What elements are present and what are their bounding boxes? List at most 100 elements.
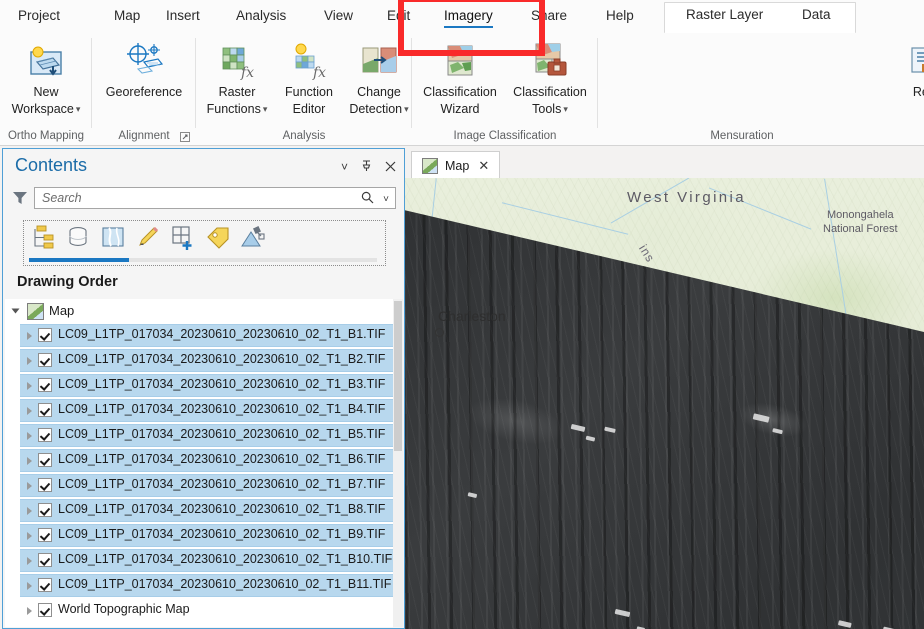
expand-triangle-icon[interactable]: [27, 407, 32, 415]
georeference-label: Georeference: [105, 85, 183, 99]
classification-tools-button[interactable]: Classification Tools ▾: [506, 38, 594, 116]
layer-name: LC09_L1TP_017034_20230610_20230610_02_T1…: [58, 552, 393, 566]
ribbon-group-mensuration: Point Distance: [598, 34, 904, 144]
tab-imagery[interactable]: Imagery: [440, 6, 497, 28]
new-workspace-label-1: New: [33, 85, 59, 99]
expand-triangle-icon[interactable]: [27, 532, 32, 540]
change-detection-button[interactable]: Change Detection ▾: [344, 38, 414, 116]
expand-triangle-icon[interactable]: [27, 507, 32, 515]
chevron-down-icon: ▾: [75, 104, 81, 114]
layer-visibility-checkbox[interactable]: [38, 453, 52, 467]
layer-visibility-checkbox[interactable]: [38, 603, 52, 617]
layer-row[interactable]: LC09_L1TP_017034_20230610_20230610_02_T1…: [5, 373, 402, 398]
georeference-button[interactable]: Georeference: [92, 38, 196, 99]
alignment-dialog-launcher[interactable]: [180, 131, 190, 142]
search-icon[interactable]: [361, 191, 374, 207]
expand-triangle-icon[interactable]: [27, 357, 32, 365]
raster-functions-label-2: Functions ▾: [206, 102, 268, 116]
search-tools: ˅: [361, 191, 389, 207]
layer-row[interactable]: LC09_L1TP_017034_20230610_20230610_02_T1…: [5, 523, 402, 548]
layer-name: LC09_L1TP_017034_20230610_20230610_02_T1…: [58, 502, 386, 516]
expand-triangle-icon[interactable]: [11, 308, 20, 314]
expand-triangle-icon[interactable]: [27, 332, 32, 340]
layer-visibility-checkbox[interactable]: [38, 478, 52, 492]
arcgis-pro-window: Project Map Insert Analysis View Edit Im…: [0, 0, 924, 629]
tab-map[interactable]: Map: [110, 6, 144, 25]
layer-row[interactable]: LC09_L1TP_017034_20230610_20230610_02_T1…: [5, 398, 402, 423]
layer-visibility-checkbox[interactable]: [38, 578, 52, 592]
editing-icon[interactable]: [135, 224, 161, 253]
urban-speck: [467, 492, 478, 499]
layer-visibility-checkbox[interactable]: [38, 428, 52, 442]
layer-row[interactable]: LC09_L1TP_017034_20230610_20230610_02_T1…: [5, 323, 402, 348]
layer-visibility-checkbox[interactable]: [38, 403, 52, 417]
contents-scrollbar[interactable]: [393, 299, 403, 627]
ribbon: Project Map Insert Analysis View Edit Im…: [0, 0, 924, 146]
expand-triangle-icon[interactable]: [27, 607, 32, 615]
expand-triangle-icon[interactable]: [27, 482, 32, 490]
expand-triangle-icon[interactable]: [27, 582, 32, 590]
layer-visibility-checkbox[interactable]: [38, 353, 52, 367]
ribbon-group-resampling-partial: Res: [904, 34, 924, 144]
classification-wizard-label-1: Classification: [423, 85, 497, 99]
tab-analysis[interactable]: Analysis: [232, 6, 290, 25]
layer-row[interactable]: LC09_L1TP_017034_20230610_20230610_02_T1…: [5, 548, 402, 573]
function-editor-button[interactable]: fx Function Editor: [276, 38, 342, 116]
label-icon[interactable]: [205, 224, 231, 253]
layer-visibility-checkbox[interactable]: [38, 528, 52, 542]
expand-triangle-icon[interactable]: [27, 432, 32, 440]
search-options-chevron-down-icon[interactable]: ˅: [383, 194, 389, 205]
new-workspace-button[interactable]: New Workspace ▾: [2, 38, 90, 116]
layer-row[interactable]: LC09_L1TP_017034_20230610_20230610_02_T1…: [5, 348, 402, 373]
tab-help[interactable]: Help: [602, 6, 638, 25]
layer-visibility-checkbox[interactable]: [38, 553, 52, 567]
layer-row[interactable]: LC09_L1TP_017034_20230610_20230610_02_T1…: [5, 473, 402, 498]
group-caption-analysis: Analysis: [282, 130, 326, 142]
expand-triangle-icon[interactable]: [27, 382, 32, 390]
svg-text:fx: fx: [312, 65, 326, 81]
search-input[interactable]: Search ˅: [34, 187, 396, 209]
add-grid-icon[interactable]: [170, 224, 196, 253]
map-tab-icon: [422, 157, 438, 174]
tab-project[interactable]: Project: [14, 6, 64, 25]
drawing-order-icon[interactable]: [30, 224, 56, 253]
layer-row[interactable]: LC09_L1TP_017034_20230610_20230610_02_T1…: [5, 448, 402, 473]
pane-header-icons: ˅: [341, 160, 396, 173]
expand-triangle-icon[interactable]: [27, 557, 32, 565]
layer-row[interactable]: LC09_L1TP_017034_20230610_20230610_02_T1…: [5, 423, 402, 448]
tab-view[interactable]: View: [320, 6, 357, 25]
chevron-down-icon: ▾: [563, 104, 568, 114]
classification-wizard-button[interactable]: Classification Wizard: [416, 38, 504, 116]
close-icon[interactable]: [385, 161, 396, 173]
tab-edit[interactable]: Edit: [383, 6, 414, 25]
classification-wizard-label-2: Wizard: [440, 102, 480, 116]
tab-share[interactable]: Share: [527, 6, 571, 25]
map-view-tab[interactable]: Map ✕: [411, 151, 501, 179]
forest-label-line1: Monongahela: [826, 209, 894, 221]
layer-row[interactable]: LC09_L1TP_017034_20230610_20230610_02_T1…: [5, 498, 402, 523]
urban-speck: [585, 435, 596, 442]
expand-triangle-icon[interactable]: [27, 457, 32, 465]
pin-icon[interactable]: [361, 160, 372, 173]
layer-visibility-checkbox[interactable]: [38, 328, 52, 342]
contents-layer-tree: Map LC09_L1TP_017034_20230610_20230610_0…: [5, 299, 402, 627]
filter-icon[interactable]: [11, 189, 29, 207]
resampling-button[interactable]: Res: [904, 38, 924, 99]
data-source-icon[interactable]: [65, 224, 91, 253]
layer-visibility-checkbox[interactable]: [38, 503, 52, 517]
tab-insert[interactable]: Insert: [162, 6, 204, 25]
layer-row[interactable]: World Topographic Map: [5, 598, 402, 623]
tab-data[interactable]: Data: [802, 7, 831, 22]
measure-icon[interactable]: [240, 224, 266, 253]
map-canvas[interactable]: West Virginia Monongahela National Fores…: [405, 178, 924, 629]
chevron-down-icon[interactable]: ˅: [341, 161, 348, 173]
map-node-row[interactable]: Map: [5, 299, 402, 323]
layer-row[interactable]: LC09_L1TP_017034_20230610_20230610_02_T1…: [5, 573, 402, 598]
raster-functions-button[interactable]: fx Raster Functions ▾: [200, 38, 274, 116]
contents-toolbar-scrollbar[interactable]: [29, 258, 377, 262]
tab-raster-layer[interactable]: Raster Layer: [686, 7, 763, 22]
group-caption-mensuration: Mensuration: [710, 130, 774, 142]
selection-icon[interactable]: [100, 224, 126, 253]
close-icon[interactable]: ✕: [478, 158, 489, 174]
layer-visibility-checkbox[interactable]: [38, 378, 52, 392]
